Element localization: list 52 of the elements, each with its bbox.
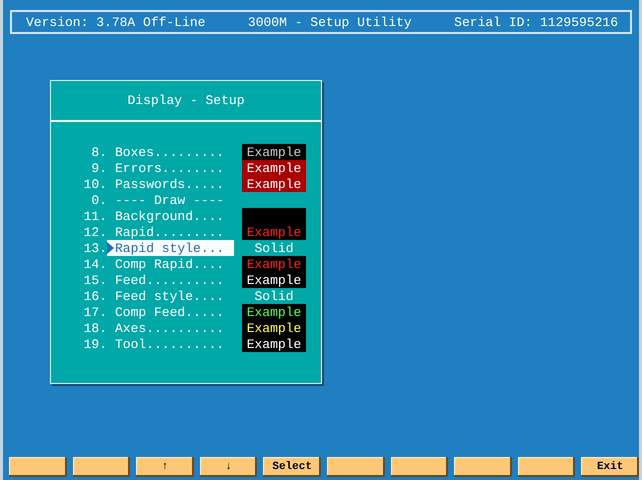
serial-id-text: Serial ID: 1129595216 xyxy=(454,14,618,30)
menu-option[interactable]: Boxes......... xyxy=(107,144,234,160)
menu-option[interactable]: Rapid style... xyxy=(107,240,234,256)
function-key-button[interactable]: ↑ xyxy=(136,457,194,477)
row-number: 17. xyxy=(82,304,107,320)
function-key-button[interactable]: ↓ xyxy=(200,457,258,477)
row-number: 12. xyxy=(82,224,107,240)
pointer-icon xyxy=(107,242,114,254)
blank-function-key[interactable] xyxy=(518,457,576,477)
row-number: 0. xyxy=(90,192,107,208)
blank-function-key[interactable] xyxy=(454,457,512,477)
menu-option[interactable]: Axes.......... xyxy=(107,320,234,336)
menu-option[interactable]: Feed.......... xyxy=(107,272,234,288)
function-key-button[interactable]: Select xyxy=(263,457,321,477)
menu-option[interactable]: Rapid......... xyxy=(107,224,234,240)
sample-text: Example xyxy=(246,224,302,240)
menu-option[interactable]: Background.... xyxy=(107,208,234,224)
row-number: 11. xyxy=(82,208,107,224)
sample-text: Example xyxy=(246,256,302,272)
app-title: 3000M - Setup Utility xyxy=(248,14,412,30)
row-number: 19. xyxy=(82,336,107,352)
menu-option[interactable]: Comp Rapid.... xyxy=(107,256,234,272)
menu-option[interactable]: Feed style.... xyxy=(107,288,234,304)
row-number: 8. xyxy=(90,144,107,160)
menu-option[interactable]: Tool.......... xyxy=(107,336,234,352)
menu-option[interactable]: Passwords..... xyxy=(107,176,234,192)
sample-text: Example xyxy=(246,272,302,288)
blank-function-key[interactable] xyxy=(326,457,385,477)
sample-text: Example xyxy=(246,336,302,352)
sample-text: Example xyxy=(246,176,302,192)
row-number: 14. xyxy=(82,256,107,272)
menu-option[interactable]: Comp Feed..... xyxy=(107,304,234,320)
blank-function-key[interactable] xyxy=(390,457,448,477)
sample-text: Example xyxy=(246,144,302,160)
blank-function-key[interactable] xyxy=(9,457,67,477)
row-number: 9. xyxy=(90,160,107,176)
section-heading: ---- Draw ---- xyxy=(115,192,224,208)
version-text: Version: 3.78A Off-Line xyxy=(26,14,206,30)
sample-text: Example xyxy=(246,304,302,320)
style-value: Solid xyxy=(253,240,294,256)
panel-title: Display - Setup xyxy=(127,93,245,108)
row-number: 10. xyxy=(82,176,107,192)
row-number: 16. xyxy=(82,288,107,304)
sample-text: Example xyxy=(246,320,302,336)
row-number: 18. xyxy=(82,320,107,336)
row-number: 15. xyxy=(82,272,107,288)
menu-option[interactable]: Errors........ xyxy=(107,160,234,176)
function-key-button[interactable]: Exit xyxy=(581,457,639,477)
row-number: 13. xyxy=(82,240,107,256)
style-value: Solid xyxy=(253,288,294,304)
sample-text: Example xyxy=(246,160,302,176)
blank-function-key[interactable] xyxy=(72,457,130,477)
